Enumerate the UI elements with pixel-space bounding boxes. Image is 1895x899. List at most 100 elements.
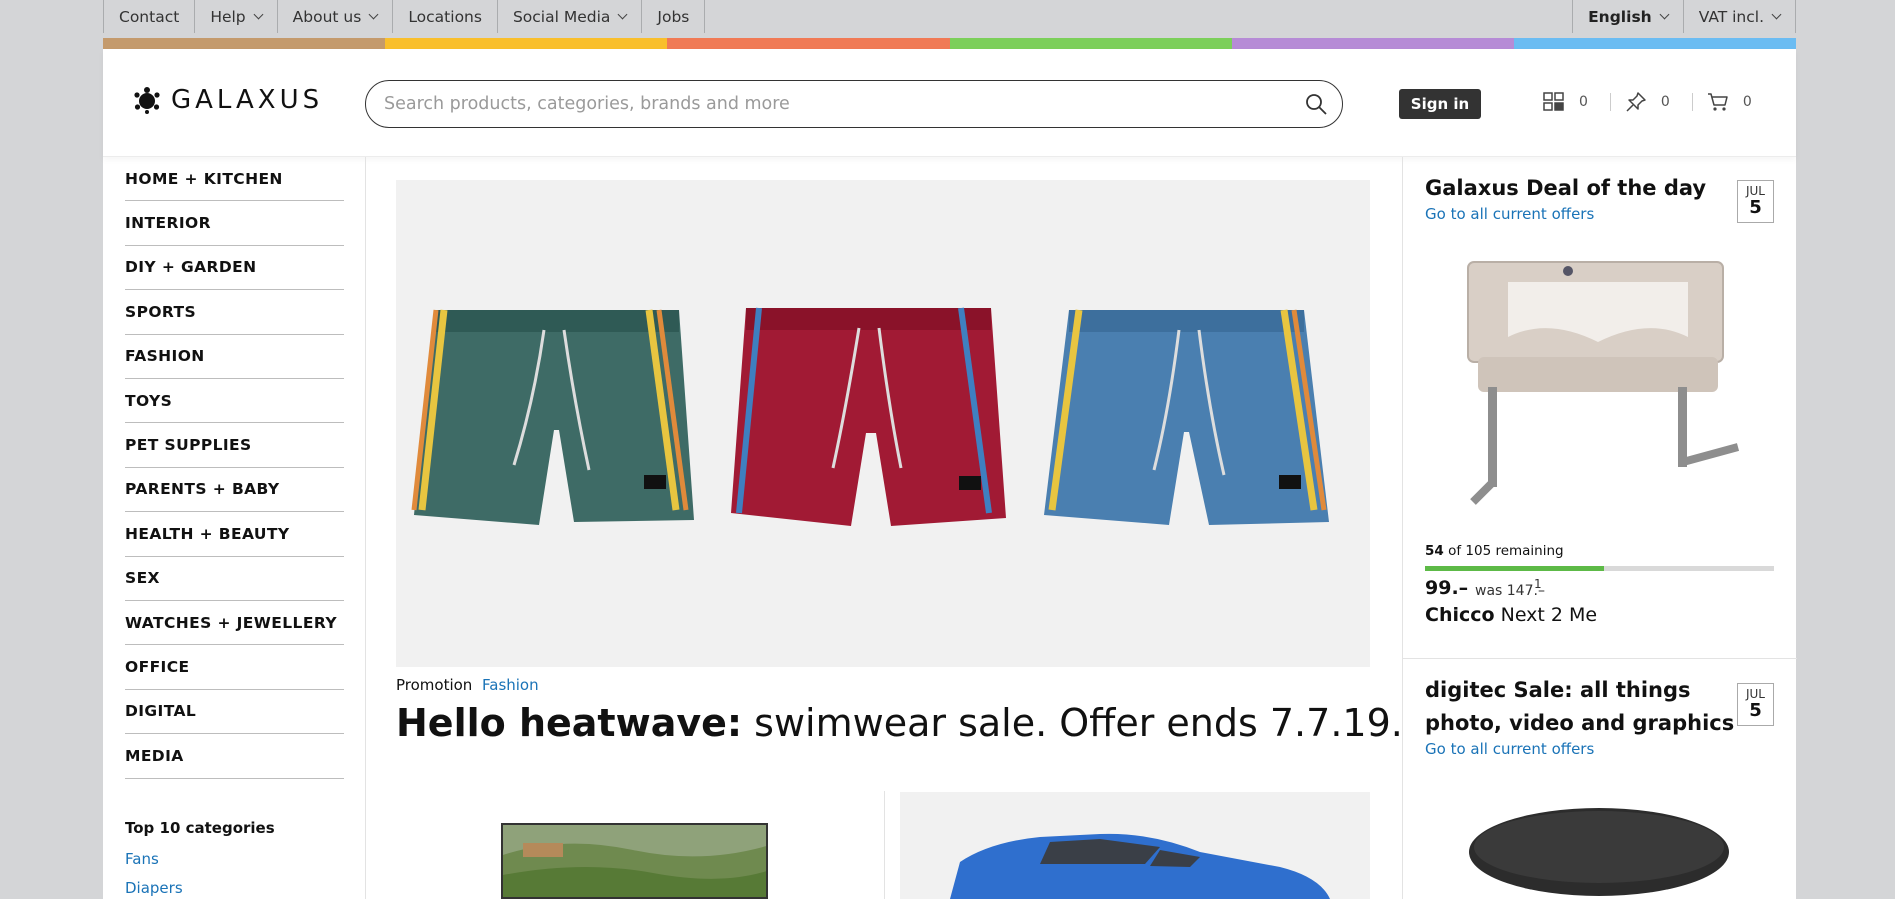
brand-stripe-segment xyxy=(103,38,386,49)
sidebar-item-interior[interactable]: INTERIOR xyxy=(125,201,344,246)
top-nav-label: Locations xyxy=(408,7,482,26)
deals-column: Galaxus Deal of the day Go to all curren… xyxy=(1402,157,1797,899)
product-brand: Chicco xyxy=(1425,604,1495,626)
top-nav-label: Jobs xyxy=(657,7,690,26)
product-model: Next 2 Me xyxy=(1500,604,1598,626)
top-nav-label: Contact xyxy=(119,7,180,26)
logo-text: GALAXUS xyxy=(171,85,324,115)
brand-stripe-segment xyxy=(1513,38,1797,49)
sidebar-item-parents-baby[interactable]: PARENTS + BABY xyxy=(125,468,344,513)
deal-price: 99.– xyxy=(1425,577,1469,599)
promo-category-link[interactable]: Fashion xyxy=(482,676,539,694)
header: GALAXUS Sign in 0 xyxy=(103,49,1796,157)
top-nav-jobs[interactable]: Jobs xyxy=(641,0,706,33)
brand-stripe-segment xyxy=(385,38,668,49)
sidebar-item-digital[interactable]: DIGITAL xyxy=(125,690,344,735)
sidebar-item-sports[interactable]: SPORTS xyxy=(125,290,344,335)
stock-progress-bar xyxy=(1425,566,1774,571)
wishlist-button[interactable]: 0 xyxy=(1625,91,1670,113)
price-footnote: 1 xyxy=(1534,577,1542,591)
date-day: 5 xyxy=(1749,700,1762,721)
sidebar-item-health-beauty[interactable]: HEALTH + BEAUTY xyxy=(125,512,344,557)
brand-stripe-segment xyxy=(1231,38,1514,49)
sidebar-item-sex[interactable]: SEX xyxy=(125,557,344,601)
compare-icon xyxy=(1543,92,1564,111)
top-bar: Contact Help About us Locations Social M… xyxy=(103,0,1796,33)
chevron-down-icon xyxy=(253,9,264,19)
headline-bold: Hello heatwave: xyxy=(396,701,743,745)
brand-color-stripe xyxy=(103,38,1797,49)
current-offers-link[interactable]: Go to all current offers xyxy=(1425,205,1594,223)
top-nav-locations[interactable]: Locations xyxy=(392,0,497,33)
brand-stripe-segment xyxy=(667,38,950,49)
chevron-down-icon xyxy=(1771,9,1782,19)
cart-count: 0 xyxy=(1742,94,1752,110)
cart-icon xyxy=(1707,93,1728,111)
current-offers-link[interactable]: Go to all current offers xyxy=(1425,740,1594,758)
top-category-link-diapers[interactable]: Diapers xyxy=(125,879,183,897)
top-category-link-fans[interactable]: Fans xyxy=(125,850,159,868)
date-badge: JUL 5 xyxy=(1737,683,1774,726)
compare-button[interactable]: 0 xyxy=(1543,91,1588,113)
sign-in-button[interactable]: Sign in xyxy=(1399,89,1481,119)
top-nav-help[interactable]: Help xyxy=(194,0,276,33)
sidebar-item-fashion[interactable]: FASHION xyxy=(125,335,344,379)
digitec-sale-title[interactable]: digitec Sale: all things xyxy=(1425,674,1691,707)
sidebar-item-office[interactable]: OFFICE xyxy=(125,645,344,690)
logo[interactable]: GALAXUS xyxy=(133,85,323,115)
top-nav-label: About us xyxy=(292,7,362,26)
wishlist-count: 0 xyxy=(1660,94,1670,110)
page: GALAXUS Sign in 0 xyxy=(103,49,1797,899)
sidebar-item-pet-supplies[interactable]: PET SUPPLIES xyxy=(125,423,344,468)
promo-label: Promotion xyxy=(396,676,473,694)
top-nav-label: Help xyxy=(210,7,246,26)
top-nav-social-media[interactable]: Social Media xyxy=(496,0,641,33)
divider xyxy=(1691,93,1693,111)
vat-select[interactable]: VAT incl. xyxy=(1682,0,1796,33)
car-product-tile[interactable] xyxy=(900,792,1370,899)
swim-shorts-image xyxy=(411,307,1329,526)
stock-remaining: 54 of 105 remaining xyxy=(1425,543,1564,559)
vat-label: VAT incl. xyxy=(1698,7,1764,26)
language-label: English xyxy=(1588,7,1652,26)
top-nav-contact[interactable]: Contact xyxy=(103,0,194,33)
search-input[interactable] xyxy=(384,81,1284,126)
sidebar-item-toys[interactable]: TOYS xyxy=(125,379,344,424)
bedside-crib-image xyxy=(1467,261,1740,505)
digitec-sale-title-line2[interactable]: photo, video and graphics xyxy=(1425,707,1734,740)
top-categories-heading: Top 10 categories xyxy=(125,819,275,837)
promo-headline[interactable]: Hello heatwave: swimwear sale. Offer end… xyxy=(396,701,1403,745)
language-select[interactable]: English xyxy=(1572,0,1683,33)
chevron-down-icon xyxy=(617,9,628,19)
cart-button[interactable]: 0 xyxy=(1707,91,1752,113)
divider xyxy=(884,791,885,899)
tv-product-image[interactable] xyxy=(501,823,768,899)
deal-title: Galaxus Deal of the day xyxy=(1425,176,1707,200)
remaining-count: 54 xyxy=(1425,543,1444,559)
header-actions: 0 0 0 xyxy=(1543,91,1752,113)
galaxus-logo-icon xyxy=(134,87,160,114)
divider xyxy=(1609,93,1611,111)
pin-icon xyxy=(1626,92,1646,112)
top-nav: Contact Help About us Locations Social M… xyxy=(103,0,706,33)
sidebar-item-media[interactable]: MEDIA xyxy=(125,734,344,779)
category-sidebar: HOME + KITCHEN INTERIOR DIY + GARDEN SPO… xyxy=(103,157,366,899)
car-image xyxy=(950,833,1330,899)
chevron-down-icon xyxy=(368,9,379,19)
top-settings: English VAT incl. xyxy=(1572,0,1796,33)
search-icon[interactable] xyxy=(1304,92,1328,116)
tv-landscape-image xyxy=(503,825,766,897)
search-box xyxy=(365,80,1343,128)
sidebar-item-home-kitchen[interactable]: HOME + KITCHEN xyxy=(125,157,344,202)
brand-stripe-segment xyxy=(949,38,1232,49)
sidebar-item-diy-garden[interactable]: DIY + GARDEN xyxy=(125,246,344,291)
hero-promo-image[interactable] xyxy=(396,180,1370,667)
deal-of-the-day-card[interactable]: Galaxus Deal of the day Go to all curren… xyxy=(1403,157,1797,659)
speaker-product-image[interactable] xyxy=(1468,807,1730,899)
chevron-down-icon xyxy=(1659,9,1670,19)
sidebar-item-watches-jewellery[interactable]: WATCHES + JEWELLERY xyxy=(125,601,344,646)
top-nav-about-us[interactable]: About us xyxy=(276,0,393,33)
date-day: 5 xyxy=(1749,197,1762,218)
deal-product-name: Chicco Next 2 Me xyxy=(1425,604,1597,626)
stock-progress-fill xyxy=(1425,566,1605,571)
